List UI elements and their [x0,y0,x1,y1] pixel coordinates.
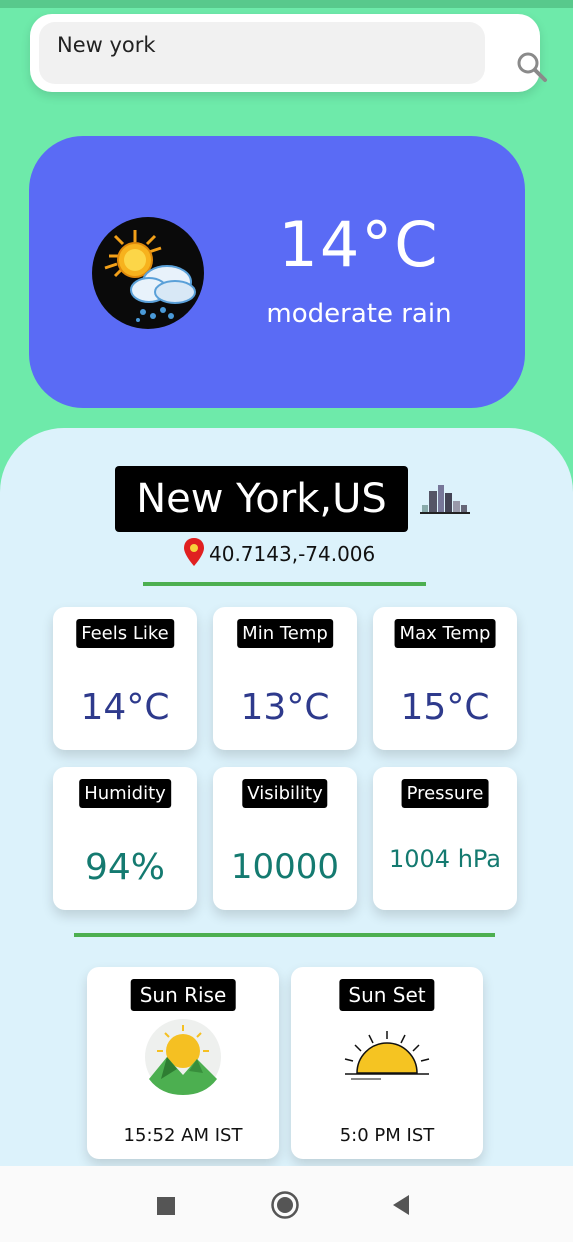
divider [143,582,426,586]
feels-like-card: Feels Like 14°C [53,607,197,750]
sunset-card: Sun Set 5:0 PM IST [291,967,483,1159]
divider [74,933,495,937]
current-weather-card: 14°C moderate rain [29,136,525,408]
navigation-bar [0,1166,573,1242]
stat-label: Max Temp [394,619,496,648]
sunrise-label: Sun Rise [130,979,236,1011]
pressure-card: Pressure 1004 hPa [373,767,517,910]
stat-label: Visibility [242,779,328,808]
details-panel: New York,US 40.7143,-74.006 Feels Like 1… [0,428,573,1168]
min-temp-card: Min Temp 13°C [213,607,357,750]
stat-label: Min Temp [237,619,333,648]
visibility-card: Visibility 10000 [213,767,357,910]
city-skyline-icon [420,483,470,519]
sunset-time: 5:0 PM IST [339,1125,435,1146]
current-temperature: 14°C [278,208,440,281]
max-temp-card: Max Temp 15°C [373,607,517,750]
stat-value: 15°C [400,687,490,728]
back-triangle-icon[interactable] [391,1194,411,1220]
coordinates: 40.7143,-74.006 [209,542,376,566]
search-input[interactable] [39,22,485,84]
search-icon[interactable] [516,51,548,87]
recents-square-icon[interactable] [156,1196,176,1220]
stat-label: Humidity [79,779,171,808]
search-card [30,14,547,92]
status-bar [0,0,573,8]
sun-cloud-rain-icon [91,216,205,330]
stat-value: 13°C [240,687,330,728]
home-circle-icon[interactable] [270,1190,300,1224]
sunrise-card: Sun Rise 15:52 AM IST [87,967,279,1159]
sunset-icon [341,1027,433,1087]
city-name: New York,US [115,466,408,532]
humidity-card: Humidity 94% [53,767,197,910]
stat-value: 10000 [230,847,340,887]
stat-value: 1004 hPa [388,845,502,873]
sunset-label: Sun Set [339,979,435,1011]
stat-value: 14°C [80,687,170,728]
weather-description: moderate rain [266,299,452,329]
sunrise-time: 15:52 AM IST [123,1125,243,1146]
sunrise-icon [143,1017,223,1101]
stat-label: Feels Like [76,619,174,648]
coordinates-row: 40.7143,-74.006 [183,538,375,570]
stat-label: Pressure [401,779,489,808]
location-pin-icon [183,537,205,571]
stat-value: 94% [84,847,165,888]
